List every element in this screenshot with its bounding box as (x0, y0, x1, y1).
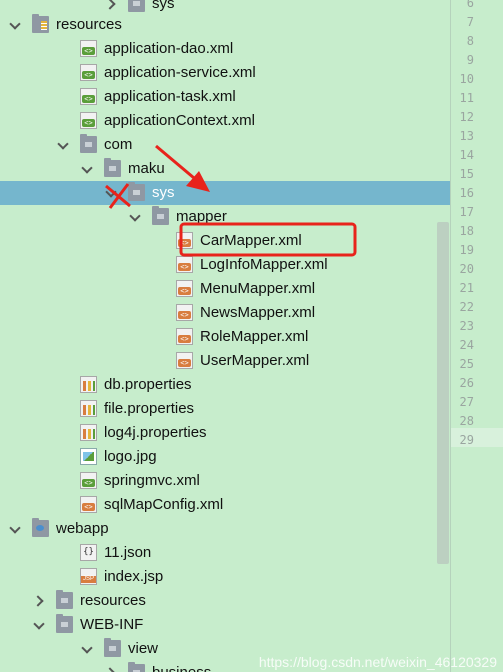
annotation-arrow (155, 144, 195, 180)
annotation-cross (105, 183, 131, 209)
watermark: https://blog.csdn.net/weixin_46120329 (258, 654, 497, 670)
annotation-layer (105, 144, 357, 257)
annotation-highlight-box (179, 222, 357, 257)
